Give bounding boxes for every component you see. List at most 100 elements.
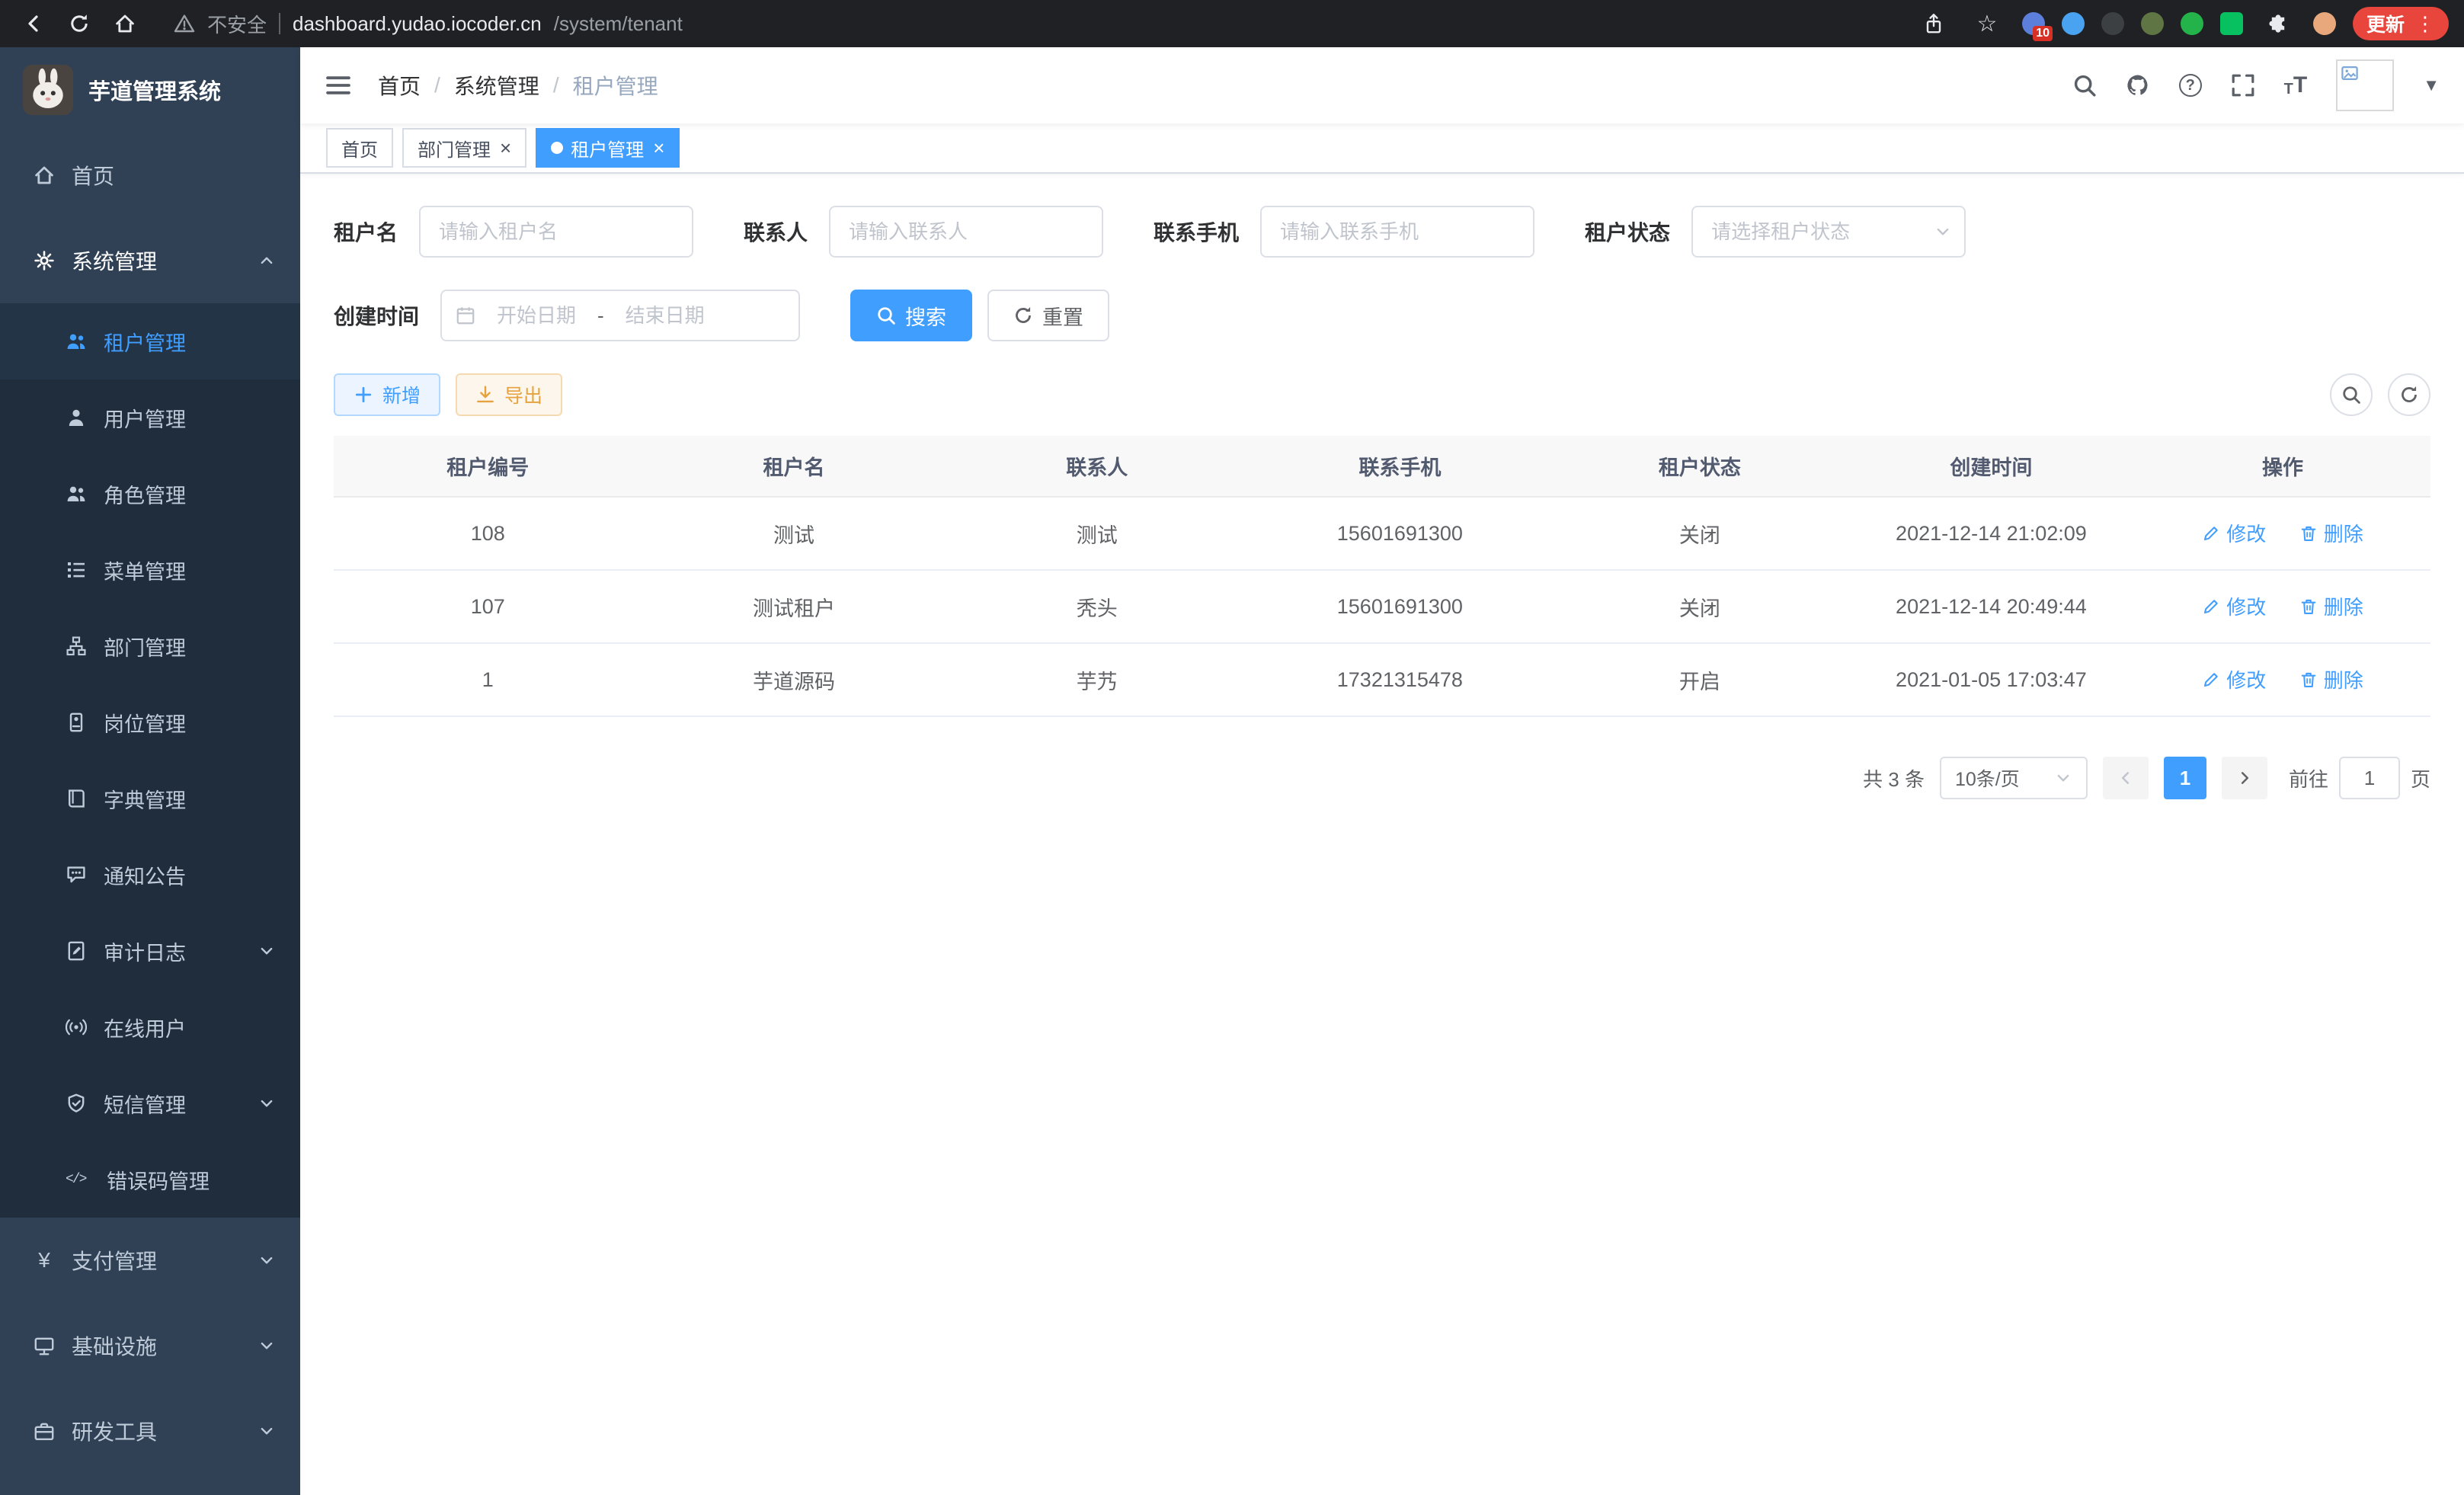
trash-icon — [2299, 597, 2318, 616]
sidebar-item-menu[interactable]: 菜单管理 — [0, 532, 300, 608]
menu-list-icon — [66, 559, 87, 581]
page-number-1[interactable]: 1 — [2164, 757, 2206, 799]
monitor-icon — [34, 1335, 55, 1356]
contact-input[interactable] — [829, 206, 1103, 258]
create-time-label: 创建时间 — [334, 300, 419, 331]
bookmark-star-icon[interactable]: ☆ — [1969, 5, 2005, 42]
close-tab-icon[interactable]: × — [653, 138, 664, 158]
sidebar-item-infra[interactable]: 基础设施 — [0, 1303, 300, 1388]
font-size-icon[interactable]: TT — [2284, 74, 2308, 97]
extension-badge: 10 — [2033, 26, 2053, 41]
address-divider — [279, 13, 280, 34]
sidebar-item-post[interactable]: 岗位管理 — [0, 684, 300, 760]
edit-button[interactable]: 修改 — [2202, 519, 2266, 547]
edit-button[interactable]: 修改 — [2202, 665, 2266, 693]
table-header-row: 租户编号 租户名 联系人 联系手机 租户状态 创建时间 操作 — [334, 436, 2430, 497]
delete-button[interactable]: 删除 — [2299, 592, 2363, 620]
sidebar-item-home[interactable]: 首页 — [0, 133, 300, 218]
status-text: 开启 — [1552, 643, 1848, 716]
calendar-icon — [456, 306, 475, 325]
sidebar-item-sms[interactable]: 短信管理 — [0, 1065, 300, 1141]
sidebar-item-error-code[interactable]: </> 错误码管理 — [0, 1141, 300, 1218]
total-count: 共 3 条 — [1863, 764, 1925, 792]
breadcrumb-home[interactable]: 首页 — [378, 70, 421, 101]
prev-page-button[interactable] — [2103, 757, 2149, 799]
security-label: 不安全 — [207, 10, 267, 38]
sidebar-item-devtools[interactable]: 研发工具 — [0, 1388, 300, 1474]
edit-icon — [2202, 524, 2220, 543]
edit-button[interactable]: 修改 — [2202, 592, 2266, 620]
badge-icon — [66, 712, 87, 733]
breadcrumb-system: 系统管理 — [454, 70, 539, 101]
extension-icon-5[interactable] — [2181, 12, 2203, 35]
address-bar[interactable]: 不安全 dashboard.yudao.iocoder.cn/system/te… — [174, 10, 1906, 38]
contact-phone-input[interactable] — [1260, 206, 1534, 258]
extension-icon-1[interactable]: 10 — [2022, 12, 2045, 35]
yen-icon: ¥ — [34, 1248, 55, 1273]
sidebar-toggle[interactable] — [325, 72, 352, 99]
search-button[interactable]: 搜索 — [850, 290, 972, 341]
github-icon[interactable] — [2126, 73, 2150, 98]
home-button[interactable] — [107, 5, 143, 42]
signal-icon — [66, 1016, 87, 1038]
top-navbar: 首页 / 系统管理 / 租户管理 ? TT ▼ — [300, 47, 2464, 123]
browser-update-button[interactable]: 更新 ⋮ — [2353, 7, 2449, 40]
sidebar-item-user[interactable]: 用户管理 — [0, 379, 300, 456]
back-button[interactable] — [15, 5, 52, 42]
tenant-status-select[interactable] — [1691, 206, 1966, 258]
trash-icon — [2299, 671, 2318, 689]
caret-down-icon[interactable]: ▼ — [2423, 75, 2440, 95]
tenant-name-input[interactable] — [419, 206, 693, 258]
reset-button[interactable]: 重置 — [987, 290, 1109, 341]
goto-page-input[interactable] — [2339, 757, 2400, 799]
sidebar-item-dict[interactable]: 字典管理 — [0, 760, 300, 837]
sidebar-item-role[interactable]: 角色管理 — [0, 456, 300, 532]
start-date-input[interactable] — [482, 304, 591, 328]
next-page-button[interactable] — [2222, 757, 2267, 799]
tab-home[interactable]: 首页 — [326, 128, 393, 168]
sidebar-item-dept[interactable]: 部门管理 — [0, 608, 300, 684]
refresh-table-button[interactable] — [2388, 373, 2430, 416]
tenant-status-label: 租户状态 — [1585, 216, 1670, 247]
sidebar-item-audit-log[interactable]: 审计日志 — [0, 913, 300, 989]
chevron-down-icon — [258, 942, 276, 960]
app-title: 芋道管理系统 — [88, 74, 221, 106]
add-button[interactable]: 新增 — [334, 373, 440, 416]
avatar[interactable] — [2336, 59, 2394, 111]
share-icon[interactable] — [1915, 5, 1952, 42]
tab-dept[interactable]: 部门管理 × — [402, 128, 526, 168]
active-tab-dot — [551, 142, 563, 154]
profile-avatar[interactable] — [2313, 12, 2336, 35]
page-size-select[interactable]: 10条/页 — [1940, 757, 2088, 799]
contact-label: 联系人 — [744, 216, 808, 247]
app-logo[interactable]: 芋道管理系统 — [0, 47, 300, 133]
book-icon — [66, 788, 87, 809]
sidebar-item-notice[interactable]: 通知公告 — [0, 837, 300, 913]
tab-tenant[interactable]: 租户管理 × — [536, 128, 680, 168]
search-icon[interactable] — [2072, 73, 2097, 98]
sidebar-item-payment[interactable]: ¥ 支付管理 — [0, 1218, 300, 1303]
search-form-row-1: 租户名 联系人 联系手机 租户状态 — [334, 206, 2430, 258]
shield-icon — [66, 1093, 87, 1114]
extension-icon-3[interactable] — [2101, 12, 2124, 35]
extension-icon-4[interactable] — [2141, 12, 2164, 35]
create-time-range-picker[interactable]: - — [440, 290, 800, 341]
sidebar-item-online-user[interactable]: 在线用户 — [0, 989, 300, 1065]
help-icon[interactable]: ? — [2179, 74, 2202, 97]
extension-icon-2[interactable] — [2062, 12, 2085, 35]
warning-icon — [174, 13, 195, 34]
refresh-button[interactable] — [61, 5, 98, 42]
sidebar-menu: 首页 系统管理 租户管理 用户管理 角色管理 — [0, 133, 300, 1474]
close-tab-icon[interactable]: × — [500, 138, 511, 158]
delete-button[interactable]: 删除 — [2299, 519, 2363, 547]
export-button[interactable]: 导出 — [456, 373, 562, 416]
delete-button[interactable]: 删除 — [2299, 665, 2363, 693]
home-icon — [34, 165, 55, 186]
sidebar-item-system[interactable]: 系统管理 — [0, 218, 300, 303]
end-date-input[interactable] — [610, 304, 720, 328]
extensions-puzzle-icon[interactable] — [2260, 5, 2296, 42]
extension-icon-6[interactable] — [2220, 12, 2243, 35]
fullscreen-icon[interactable] — [2231, 73, 2255, 98]
toggle-search-button[interactable] — [2330, 373, 2373, 416]
sidebar-item-tenant[interactable]: 租户管理 — [0, 303, 300, 379]
